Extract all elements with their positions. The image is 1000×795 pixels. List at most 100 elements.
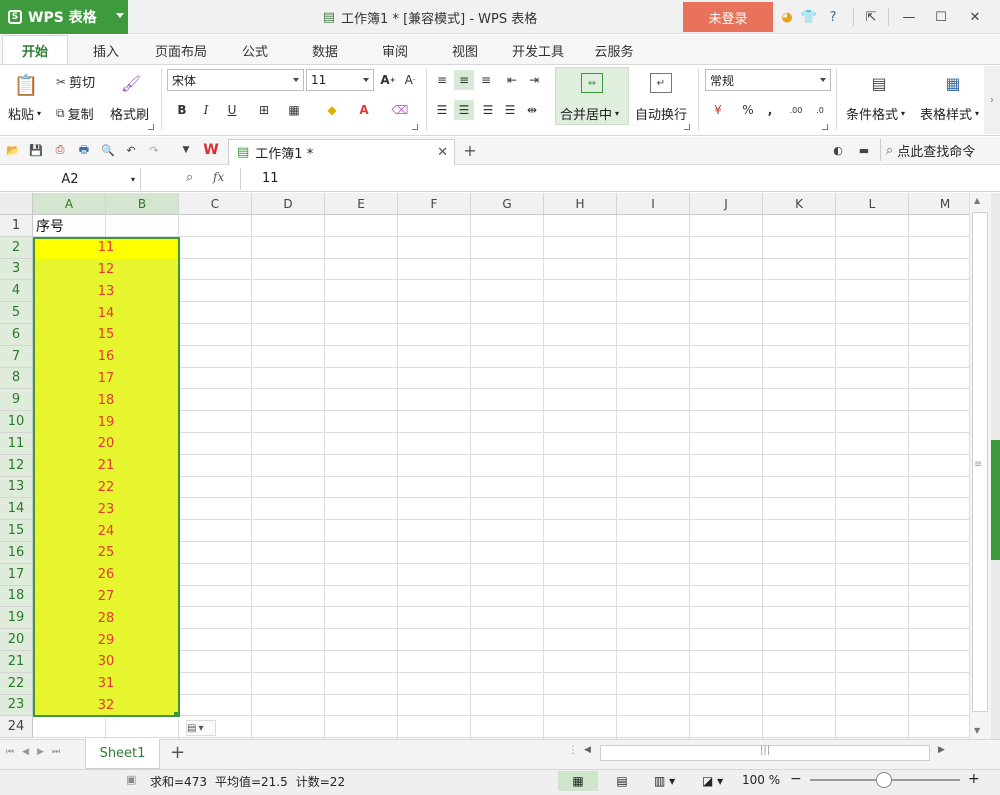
row-header-15[interactable]: 15 — [0, 520, 33, 542]
tab-insert[interactable]: 插入 — [78, 35, 134, 65]
font-size-combo[interactable]: 11 — [306, 69, 374, 91]
find-command-box[interactable]: ⌕ 点此查找命令 — [886, 140, 975, 160]
zoom-formula-icon[interactable]: ⌕ — [186, 170, 193, 185]
column-header-e[interactable]: E — [325, 193, 398, 215]
app-menu-button[interactable]: S WPS 表格 — [0, 0, 128, 34]
row-header-14[interactable]: 14 — [0, 498, 33, 521]
side-panel-toggle[interactable] — [991, 440, 1000, 560]
sheet-nav-buttons[interactable]: ⏮ ◀ ▶ ⏭ — [6, 747, 60, 757]
underline-button[interactable]: U — [222, 100, 242, 120]
column-header-i[interactable]: I — [617, 193, 690, 215]
paste-button[interactable]: 粘贴 ▾ — [8, 104, 41, 123]
font-name-combo[interactable]: 宋体 — [167, 69, 304, 91]
table-style-button[interactable]: 表格样式 ▾ — [920, 104, 979, 123]
format-painter-button[interactable]: 格式刷 — [110, 104, 149, 123]
tab-data[interactable]: 数据 — [300, 35, 350, 65]
wps-w-icon[interactable]: W — [203, 142, 219, 158]
font-launcher-icon[interactable] — [412, 124, 418, 130]
align-middle-icon[interactable]: ≡ — [454, 70, 474, 90]
column-header-b[interactable]: B — [106, 193, 179, 215]
tab-home[interactable]: 开始 — [2, 35, 68, 65]
scroll-right-icon[interactable]: ▶ — [938, 745, 945, 755]
page-layout-view-icon[interactable]: ▥ ▾ — [654, 771, 684, 791]
worksheet-grid[interactable]: ABCDEFGHIJKLM 1 2 3 4 5 6 7 8 9 10 11 12 13 14 15 16 17 1… — [0, 193, 969, 739]
tab-view[interactable]: 视图 — [440, 35, 490, 65]
cell-a1-header[interactable]: 序号 — [36, 217, 64, 235]
add-sheet-icon[interactable]: + — [170, 742, 185, 763]
formula-input[interactable]: 11 — [262, 171, 279, 186]
document-tab[interactable]: ▤ 工作簿1 * ✕ — [228, 139, 455, 165]
number-launcher-icon[interactable] — [822, 124, 828, 130]
select-all-corner[interactable] — [0, 193, 33, 215]
print-icon[interactable]: 🖶 — [76, 142, 92, 158]
row-header-13[interactable]: 13 — [0, 476, 33, 499]
name-box[interactable]: A2 ▾ — [0, 168, 141, 190]
next-sheet-icon[interactable]: ▶ — [37, 747, 44, 757]
fill-color-icon[interactable]: ◆ — [322, 100, 342, 120]
distribute-icon[interactable]: ⇹ — [522, 100, 542, 120]
new-tab-icon[interactable]: + — [462, 141, 478, 160]
prev-sheet-icon[interactable]: ◀ — [22, 747, 29, 757]
fill-handle[interactable] — [174, 712, 179, 717]
login-button[interactable]: 未登录 — [683, 2, 773, 32]
paste-icon[interactable]: 📋 — [14, 72, 39, 98]
backstage-icon[interactable]: ◐ — [830, 142, 846, 158]
tab-formulas[interactable]: 公式 — [230, 35, 280, 65]
row-header-7[interactable]: 7 — [0, 345, 33, 368]
undo-icon[interactable]: ↶ — [123, 142, 139, 158]
decrease-indent-icon[interactable]: ⇤ — [502, 70, 522, 90]
scroll-down-icon[interactable]: ▼ — [974, 726, 980, 735]
cell-style-icon[interactable]: ▦ — [284, 100, 304, 120]
scroll-left-icon[interactable]: ◀ — [584, 745, 591, 755]
copy-button[interactable]: ⧉ 复制 — [56, 104, 94, 123]
zoom-in-icon[interactable]: + — [968, 771, 980, 787]
customize-toolbar-icon[interactable]: ▼ — [178, 142, 194, 158]
alignment-launcher-icon[interactable] — [684, 124, 690, 130]
page-break-view-icon[interactable]: ▤ — [612, 771, 632, 791]
row-header-21[interactable]: 21 — [0, 651, 33, 673]
align-left-icon[interactable]: ☰ — [432, 100, 452, 120]
comment-icon[interactable]: ▬ — [856, 142, 872, 158]
restore-ribbon-icon[interactable]: ⇱ — [862, 8, 880, 26]
row-header-22[interactable]: 22 — [0, 672, 33, 695]
reading-mode-icon[interactable]: ◪ ▾ — [702, 771, 732, 791]
column-header-h[interactable]: H — [544, 193, 617, 215]
cut-button[interactable]: ✂ 剪切 — [56, 72, 95, 92]
row-header-20[interactable]: 20 — [0, 629, 33, 651]
bold-button[interactable]: B — [172, 100, 192, 120]
row-header-9[interactable]: 9 — [0, 389, 33, 412]
font-color-icon[interactable]: A — [354, 100, 374, 120]
open-folder-icon[interactable]: 📂 — [5, 142, 21, 158]
tab-cloud[interactable]: 云服务 — [586, 35, 642, 65]
align-top-icon[interactable]: ≡ — [432, 70, 452, 90]
thousands-button[interactable]: , — [760, 100, 780, 120]
row-header-6[interactable]: 6 — [0, 324, 33, 346]
row-header-23[interactable]: 23 — [0, 694, 33, 717]
zoom-out-icon[interactable]: − — [790, 771, 802, 787]
close-icon[interactable]: ✕ — [966, 8, 984, 26]
row-header-4[interactable]: 4 — [0, 280, 33, 303]
zoom-level[interactable]: 100 % — [742, 773, 780, 787]
column-header-a[interactable]: A — [33, 193, 106, 215]
italic-button[interactable]: I — [196, 100, 216, 120]
currency-icon[interactable]: ¥ — [708, 100, 728, 120]
row-header-8[interactable]: 8 — [0, 367, 33, 390]
normal-view-icon[interactable]: ▦ — [558, 771, 598, 791]
grow-font-icon[interactable]: A + — [378, 70, 398, 90]
align-right-icon[interactable]: ☰ — [478, 100, 498, 120]
align-bottom-icon[interactable]: ≡ — [476, 70, 496, 90]
column-header-f[interactable]: F — [398, 193, 471, 215]
minimize-icon[interactable]: — — [900, 8, 918, 26]
column-header-j[interactable]: J — [690, 193, 763, 215]
tab-review[interactable]: 审阅 — [370, 35, 420, 65]
zoom-slider-thumb[interactable] — [876, 772, 892, 788]
column-header-l[interactable]: L — [836, 193, 909, 215]
clear-format-icon[interactable]: ⌫ — [390, 100, 410, 120]
row-header-1[interactable]: 1 — [0, 215, 33, 237]
browser-icon[interactable]: ◕ — [778, 8, 796, 26]
row-header-5[interactable]: 5 — [0, 302, 33, 324]
export-pdf-icon[interactable]: ⎙ — [52, 142, 68, 158]
shrink-font-icon[interactable]: A- — [400, 70, 420, 90]
increase-decimal-icon[interactable]: .00 — [786, 100, 806, 120]
merge-center-button[interactable]: 合并居中 ▾ — [560, 104, 619, 123]
